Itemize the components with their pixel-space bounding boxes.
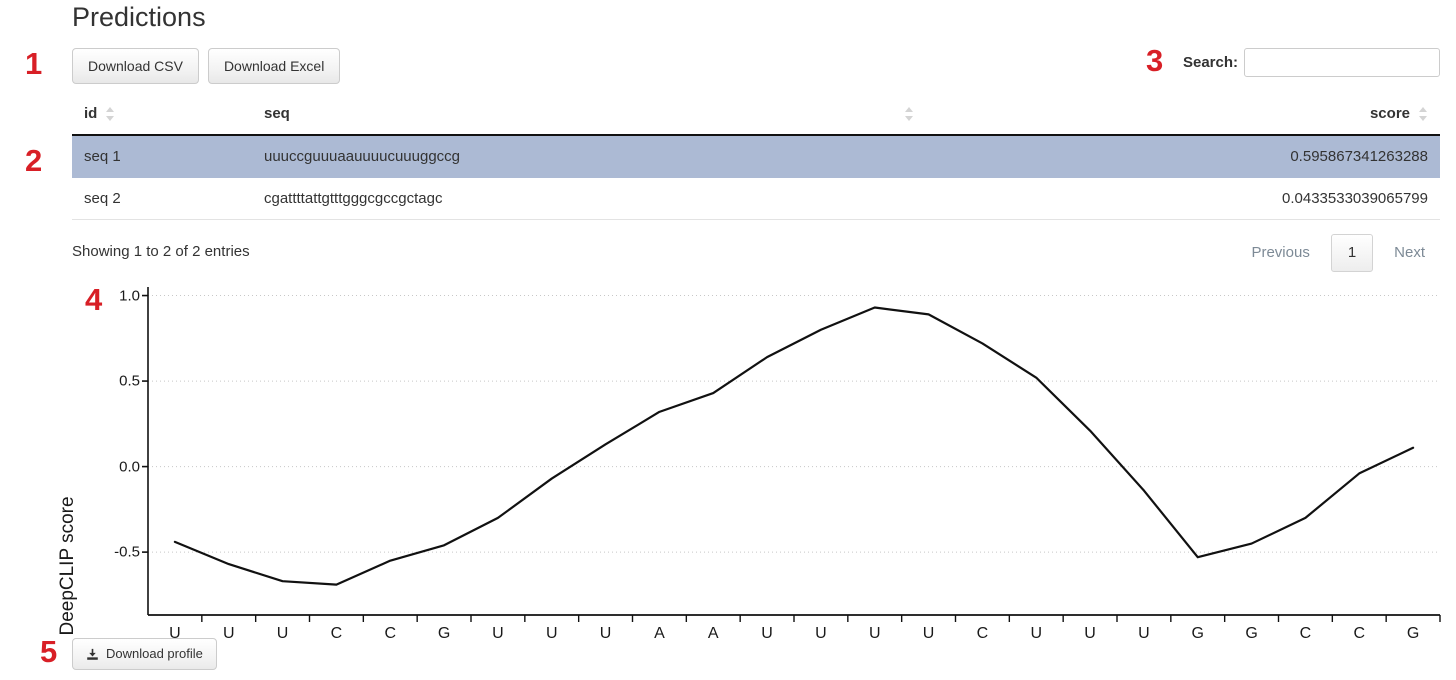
chart-x-tick: C [1353,625,1366,642]
annotation-marker-1: 1 [25,46,43,81]
chart-x-tick: G [437,625,451,642]
column-header-score[interactable]: score [1097,96,1440,136]
chart-x-tick: C [384,625,397,642]
chart-x-tick: U [545,625,558,642]
sort-icon[interactable] [1419,106,1428,122]
cell-score: 0.595867341263288 [1097,135,1440,178]
pagination: Previous 1 Next [1236,234,1440,272]
cell-id: seq 2 [72,177,252,220]
table-body: seq 1 uuuccguuuaauuuucuuuggccg 0.5958673… [72,135,1440,220]
download-icon [87,648,98,660]
table-info: Showing 1 to 2 of 2 entries [72,243,250,260]
download-csv-button[interactable]: Download CSV [72,48,199,84]
download-button-group: Download CSV Download Excel [72,48,341,84]
chart-x-tick: U [1084,625,1096,642]
cell-seq: uuuccguuuaauuuucuuuggccg [252,135,1097,178]
pagination-page-1[interactable]: 1 [1330,234,1374,272]
annotation-marker-2: 2 [25,143,43,178]
sort-icon[interactable] [904,106,914,122]
chart-canvas [142,287,1441,622]
deepclip-profile-chart: DeepCLIP score 1.0 0.5 0.0 -0.5 UUUCCGUUUAA… [0,275,1456,642]
column-header-seq[interactable]: seq [252,96,1097,136]
chart-x-tick: C [976,625,989,642]
cell-score: 0.0433533039065799 [1097,177,1440,220]
chart-x-tick: A [707,625,719,642]
column-header-score-label: score [1369,105,1410,122]
table-row[interactable]: seq 1 uuuccguuuaauuuucuuuggccg 0.5958673… [72,135,1440,178]
chart-x-tick: C [330,625,343,642]
column-header-id-label: id [84,105,98,122]
pagination-next[interactable]: Next [1379,234,1440,272]
download-profile-label: Download profile [106,646,203,661]
chart-y-tick: 0.0 [119,458,140,476]
search-container: Search: [1183,48,1440,77]
column-header-seq-label: seq [264,105,290,122]
annotation-marker-3: 3 [1146,43,1164,78]
chart-x-tick: U [922,625,935,642]
chart-x-tick: U [868,625,881,642]
predictions-page: 1 2 3 4 5 Predictions Download CSV Downl… [0,0,1456,680]
chart-x-tick: U [761,625,773,642]
chart-x-tick: U [1138,625,1150,642]
chart-x-tick: C [1299,625,1312,642]
chart-x-tick: G [1245,625,1258,642]
table-row[interactable]: seq 2 cgattttattgtttgggcgccgctagc 0.0433… [72,177,1440,220]
chart-y-tick: 0.5 [119,372,140,390]
page-title: Predictions [72,2,206,32]
table-header-row: id seq score [72,96,1440,136]
chart-x-tick: G [1406,625,1420,642]
chart-x-tick: U [815,625,827,642]
cell-seq: cgattttattgtttgggcgccgctagc [252,177,1097,220]
download-excel-button[interactable]: Download Excel [207,48,341,84]
chart-x-tick: U [599,625,612,642]
sort-icon[interactable] [106,106,115,122]
table-head: id seq score [72,96,1440,136]
chart-x-tick: G [1191,625,1204,642]
chart-x-tick: U [492,625,504,642]
chart-x-tick: U [1030,625,1043,642]
chart-y-tick: -0.5 [114,543,140,561]
chart-x-tick: U [276,625,289,642]
chart-y-tick: 1.0 [119,287,140,305]
download-profile-button[interactable]: Download profile [72,638,217,670]
column-header-id[interactable]: id [72,96,252,136]
search-input[interactable] [1244,48,1440,77]
search-label: Search: [1182,54,1238,71]
cell-id: seq 1 [72,135,252,178]
predictions-table: id seq score seq 1 uuuccguuuaauuuucuuugg… [72,96,1440,220]
chart-x-tick: A [654,625,665,642]
chart-x-tick: U [222,625,235,642]
pagination-previous[interactable]: Previous [1236,234,1324,272]
